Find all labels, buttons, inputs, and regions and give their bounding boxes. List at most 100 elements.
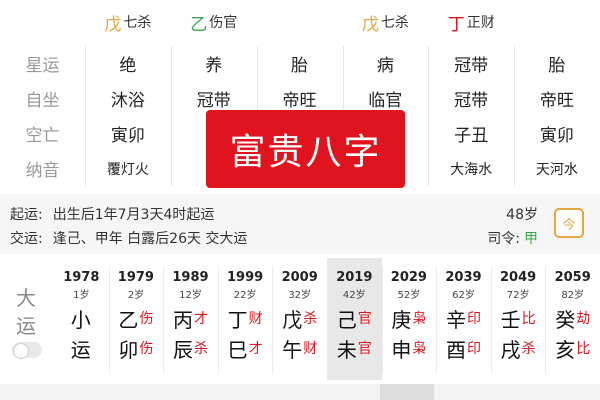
- grid-cell: 养: [205, 56, 223, 76]
- dayun-year: 2059: [554, 270, 591, 285]
- dayun-stem-char: 丁: [227, 307, 248, 332]
- dayun-column[interactable]: 2049 72岁壬比戌杀: [491, 258, 546, 380]
- dayun-stem-god: 伤: [139, 311, 154, 327]
- tiangan-cell: [257, 0, 343, 40]
- dayun-column[interactable]: 2009 32岁戊杀午财: [272, 258, 327, 380]
- dayun-column[interactable]: 1978 1岁小运: [54, 258, 109, 380]
- qiyun-text: 出生后1年7月3天4时起运: [52, 207, 215, 223]
- dayun-branch-god: 杀: [193, 341, 208, 357]
- dayun-branch-god: 财: [303, 341, 318, 357]
- bottom-bar: [0, 384, 600, 400]
- ten-god-label: 七杀: [123, 15, 152, 31]
- dayun-branch: 辰杀: [163, 335, 218, 362]
- grid-row-xingyun: 星运 绝 养 胎 病 冠带 胎: [0, 46, 600, 81]
- dayun-column[interactable]: 2059 82岁癸劫亥比: [545, 258, 600, 380]
- dayun-stem-god: 才: [193, 311, 208, 327]
- dayun-stem: 乙伤: [109, 305, 164, 332]
- siling-value: 甲: [524, 231, 538, 247]
- grid-cell: 沐浴: [110, 91, 145, 111]
- dayun-year: 1999: [227, 270, 264, 285]
- grid-cell: 天河水: [535, 161, 578, 178]
- dayun-label-bottom: 运: [16, 314, 36, 338]
- grid-cell: 寅卯: [539, 126, 574, 146]
- dayun-branch: 亥比: [545, 335, 600, 362]
- jiaoyun-label: 交运:: [10, 231, 43, 247]
- grid-cell: 胎: [548, 56, 566, 76]
- dayun-column[interactable]: 1989 12岁丙才辰杀: [163, 258, 218, 380]
- dayun-stem-char: 戊: [282, 307, 303, 332]
- dayun-stem: 丙才: [163, 305, 218, 332]
- tiangan-row: 戊 七杀 乙 伤官 戊 七杀 丁 正财: [85, 0, 600, 40]
- dayun-column[interactable]: 2019 42岁己官未官: [327, 258, 382, 380]
- grid-cell: 胎: [290, 56, 308, 76]
- dayun-stem: 戊杀: [272, 305, 327, 332]
- jiaoyun-line: 交运: 逢己、甲年 白露后26天 交大运: [10, 228, 247, 248]
- dayun-column[interactable]: 2029 52岁庚枭申枭: [382, 258, 437, 380]
- dayun-branch: 戌杀: [491, 335, 546, 362]
- dayun-divider: [217, 266, 219, 374]
- dayun-year: 2009: [281, 270, 318, 285]
- dayun-branch-god: 官: [357, 341, 372, 357]
- dayun-branch-god: 枭: [412, 341, 427, 357]
- dayun-age: 62岁: [452, 290, 475, 301]
- stem-char: 乙: [190, 14, 208, 35]
- dayun-age: 52岁: [397, 290, 421, 301]
- row-label: 纳音: [25, 161, 60, 181]
- dayun-divider: [327, 266, 328, 374]
- grid-cell: 病: [376, 56, 394, 76]
- dayun-year: 1989: [172, 270, 209, 285]
- dayun-strip: 大 运 1978 1岁小运 1979 2岁乙伤卯伤 1989 12岁丙才辰杀 1999 22岁…: [0, 258, 600, 380]
- dayun-column[interactable]: 1979 2岁乙伤卯伤: [109, 258, 164, 380]
- dayun-column[interactable]: 1999 22岁丁财巳才: [218, 258, 273, 380]
- dayun-stem: 己官: [327, 305, 382, 332]
- dayun-stem: 壬比: [491, 305, 546, 332]
- dayun-stem-god: 比: [521, 311, 536, 327]
- grid-cell: 冠带: [454, 91, 489, 111]
- tiangan-cell: 戊 七杀: [85, 0, 171, 40]
- dayun-branch-char: 运: [70, 337, 91, 362]
- dayun-divider: [163, 266, 165, 374]
- qiyun-info-panel: 起运: 出生后1年7月3天4时起运 交运: 逢己、甲年 白露后26天 交大运 48岁…: [0, 194, 600, 254]
- dayun-stem-god: 官: [357, 311, 372, 327]
- dayun-age: 72岁: [506, 290, 530, 301]
- dayun-branch: 申枭: [382, 335, 437, 362]
- jiaoyun-text: 逢己、甲年 白露后26天 交大运: [52, 231, 248, 247]
- dayun-column[interactable]: 2039 62岁辛印酉印: [436, 258, 491, 380]
- dayun-toggle[interactable]: [12, 342, 42, 359]
- row-label: 星运: [25, 56, 60, 76]
- calendar-today-button[interactable]: 今: [554, 208, 584, 238]
- dayun-stem: 庚枭: [382, 305, 437, 332]
- fugui-bazi-banner: 富贵八字: [206, 110, 405, 188]
- dayun-stem: 丁财: [218, 305, 273, 332]
- tiangan-cell: [514, 0, 600, 40]
- bottom-tab[interactable]: [380, 384, 434, 400]
- banner-text: 富贵八字: [229, 132, 382, 173]
- dayun-divider: [272, 266, 274, 374]
- dayun-stem-char: 癸: [555, 307, 576, 332]
- ten-god-label: 正财: [466, 15, 495, 31]
- dayun-year: 2039: [445, 270, 482, 285]
- dayun-stem-god: 劫: [576, 311, 591, 327]
- calendar-icon: 今: [562, 217, 576, 233]
- dayun-stem: 辛印: [436, 305, 491, 332]
- dayun-branch: 卯伤: [109, 335, 164, 362]
- dayun-year: 2049: [500, 270, 537, 285]
- dayun-year: 2029: [390, 270, 427, 285]
- dayun-branch-char: 酉: [445, 337, 466, 362]
- current-age: 48岁: [506, 207, 538, 223]
- dayun-stem-char: 壬: [500, 307, 521, 332]
- dayun-branch-char: 午: [282, 337, 303, 362]
- dayun-branch: 未官: [327, 335, 382, 362]
- grid-cell: 覆灯火: [106, 161, 149, 178]
- dayun-stem: 癸劫: [545, 305, 600, 332]
- dayun-branch-char: 申: [391, 337, 412, 362]
- dayun-age: 32岁: [288, 290, 312, 301]
- dayun-divider: [436, 266, 438, 374]
- dayun-year: 1978: [63, 270, 100, 285]
- grid-cell: 临官: [368, 91, 403, 111]
- grid-cell: 子丑: [454, 126, 489, 146]
- grid-cell: 寅卯: [110, 126, 145, 146]
- siling-label: 司令:: [487, 231, 520, 247]
- dayun-branch-char: 亥: [555, 337, 576, 362]
- dayun-divider: [490, 266, 492, 374]
